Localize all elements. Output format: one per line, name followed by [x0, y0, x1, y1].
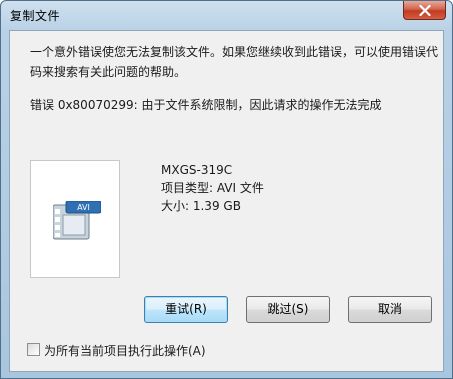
file-name: MXGS-319C — [161, 163, 233, 177]
cancel-button[interactable]: 取消 — [348, 296, 432, 323]
close-icon — [419, 5, 431, 16]
retry-button[interactable]: 重试(R) — [144, 296, 228, 323]
close-button[interactable] — [403, 1, 446, 20]
error-code: 错误 0x80070299: 由于文件系统限制，因此请求的操作无法完成 — [30, 98, 382, 112]
avi-badge-text: AVI — [77, 203, 90, 212]
copy-file-dialog: 复制文件 一个意外错误使您无法复制该文件。如果您继续收到此错误，可以使用错误代码… — [0, 0, 453, 379]
apply-to-all-label[interactable]: 为所有当前项目执行此操作(A) — [44, 342, 206, 359]
file-info: MXGS-319C 项目类型: AVI 文件 大小: 1.39 GB — [161, 161, 264, 215]
title-bar[interactable]: 复制文件 — [1, 1, 452, 29]
error-message: 一个意外错误使您无法复制该文件。如果您继续收到此错误，可以使用错误代码来搜索有关… — [30, 45, 439, 79]
file-size: 大小: 1.39 GB — [161, 199, 241, 213]
file-type: 项目类型: AVI 文件 — [161, 181, 264, 195]
apply-to-all-checkbox[interactable] — [27, 343, 40, 356]
window-title: 复制文件 — [10, 9, 61, 23]
file-thumbnail: AVI — [30, 160, 120, 278]
dialog-content: 一个意外错误使您无法复制该文件。如果您继续收到此错误，可以使用错误代码来搜索有关… — [9, 30, 444, 372]
skip-button[interactable]: 跳过(S) — [246, 296, 330, 323]
avi-file-icon: AVI — [53, 201, 101, 240]
